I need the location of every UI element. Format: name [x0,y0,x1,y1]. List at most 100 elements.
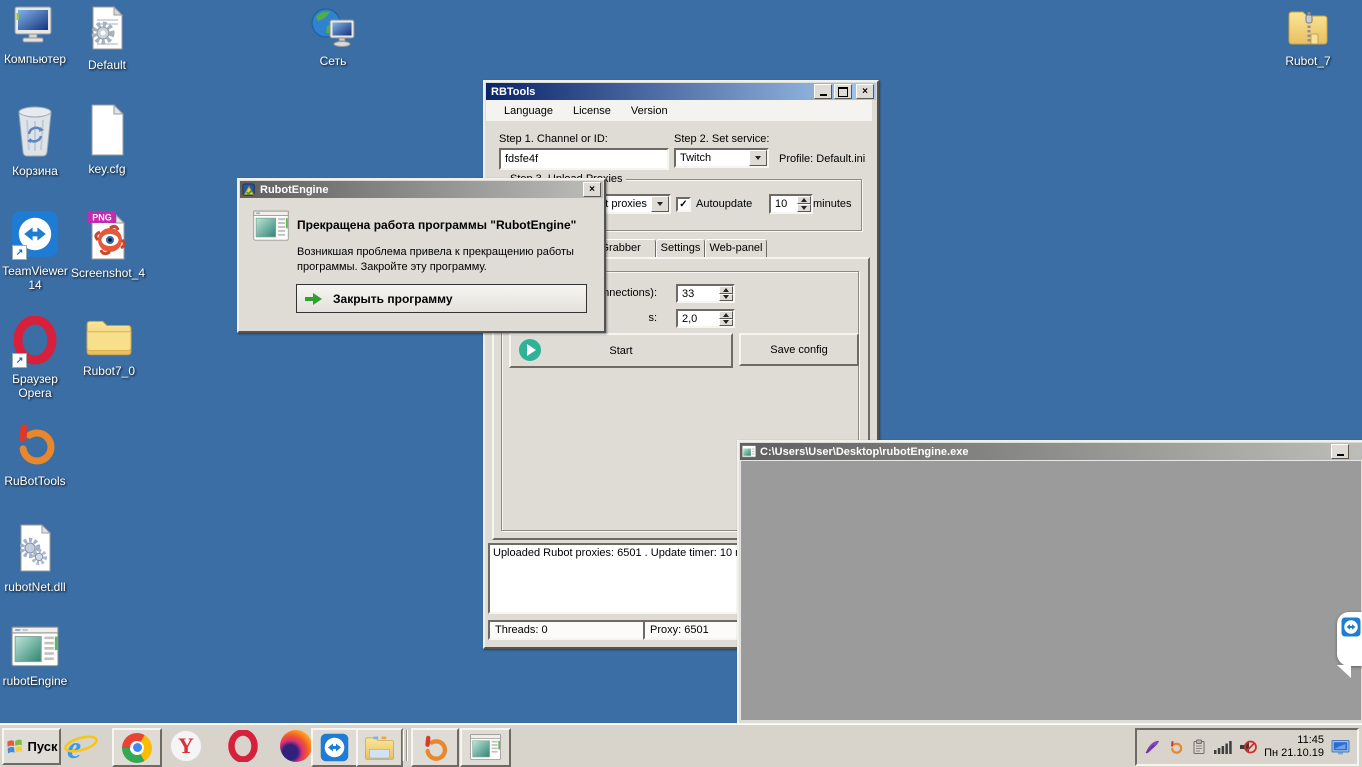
menu-license[interactable]: License [563,103,621,119]
feather-tray-icon[interactable] [1144,739,1161,755]
crash-dialog: RubotEngine × Прекращена работа программ… [237,178,606,333]
desktop-icon-label: key.cfg [88,162,125,176]
start-button[interactable]: Пуск [2,728,61,765]
close-button[interactable]: × [583,182,601,197]
tab-webpanel[interactable]: Web-panel [705,239,767,258]
rubottools-logo-icon [11,418,59,471]
minimize-icon [820,94,827,96]
connections-spinner[interactable]: 33 [676,284,735,303]
svg-text:e: e [67,730,81,764]
channel-input[interactable] [499,148,669,170]
taskbar-chrome-button[interactable] [112,728,162,767]
taskbar: Пуск e Y 11:45 Пн 2 [0,723,1362,767]
desktop-icon-computer[interactable]: Компьютер [0,6,72,66]
dialog-titlebar[interactable]: RubotEngine × [240,181,603,198]
dll-document-icon [12,524,58,577]
dropdown-arrow-icon[interactable] [651,196,669,212]
desktop-icon-rubotengine[interactable]: rubotEngine [0,626,76,688]
taskbar-separator [406,730,408,761]
dialog-message-line1: Возникшая проблема привела к прекращению… [297,246,574,258]
network-globe-icon [310,6,356,51]
muted-speaker-icon[interactable] [1239,739,1257,755]
spin-down-button[interactable] [719,319,733,327]
delay-spinner[interactable]: 2,0 [676,309,735,328]
desktop-icon-label: rubotNet.dll [4,580,65,594]
desktop-icon-recycle-bin[interactable]: Корзина [0,104,72,178]
desktop-icon-rubot7-zip[interactable]: Rubot_7 [1271,6,1345,68]
close-button[interactable]: × [856,84,874,99]
teamviewer-icon [1341,617,1361,637]
spin-down-button[interactable] [719,294,733,302]
desktop-icon-rubot7-folder[interactable]: Rubot7_0 [72,316,146,378]
desktop-icon-keycfg[interactable]: key.cfg [70,104,144,176]
rubottools-tray-icon[interactable] [1168,739,1184,755]
rbtools-titlebar[interactable]: RBTools × [486,83,876,100]
status-proxy: Proxy: 6501 [650,624,709,636]
start-label: Пуск [28,739,58,754]
display-tray-icon[interactable] [1331,739,1350,756]
shortcut-arrow-icon: ↗ [12,245,27,260]
desktop-icon-default[interactable]: Default [70,6,144,72]
check-icon: ✓ [679,200,687,210]
play-icon [519,339,541,361]
desktop-icon-label: rubotEngine [3,674,68,688]
dialog-heading: Прекращена работа программы "RubotEngine… [297,218,576,232]
desktop-icon-label: Браузер Opera [1,372,69,400]
minimize-button[interactable] [1331,444,1349,459]
spin-down-button[interactable] [797,204,811,212]
teamviewer-chat-bubble[interactable] [1337,612,1362,666]
clock-time: 11:45 [1264,734,1324,747]
console-body[interactable] [740,460,1361,720]
taskbar-rubotengine-button[interactable] [460,728,511,767]
tab-settings[interactable]: Settings [656,239,705,258]
internet-explorer-icon[interactable]: e [63,730,98,767]
spin-up-button[interactable] [797,196,811,204]
console-titlebar[interactable]: C:\Users\User\Desktop\rubotEngine.exe [740,443,1362,460]
minutes-label: minutes [813,198,852,210]
delay-value: 2,0 [682,313,697,325]
taskbar-explorer-button[interactable] [356,728,403,767]
desktop-icon-network[interactable]: Сеть [296,6,370,68]
start-button-label: Start [609,345,632,357]
menu-version[interactable]: Version [621,103,678,119]
dialog-app-icon [242,183,256,197]
yandex-browser-icon[interactable]: Y [170,730,202,762]
menu-language[interactable]: Language [494,103,563,119]
signal-bars-icon[interactable] [1214,740,1232,754]
clock-date: Пн 21.10.19 [1264,747,1324,760]
chrome-icon [122,733,152,763]
status-threads-panel: Threads: 0 [488,620,649,640]
maximize-button[interactable] [834,84,852,99]
save-config-button[interactable]: Save config [739,333,859,366]
minimize-button[interactable] [814,84,832,99]
desktop-icon-rubottools[interactable]: RuBotTools [0,418,76,488]
start-button[interactable]: Start [509,333,733,368]
service-combobox[interactable]: Twitch [674,148,769,168]
dropdown-arrow-icon[interactable] [749,150,767,166]
taskbar-rubottools-button[interactable] [411,728,459,767]
status-threads: Threads: 0 [495,624,548,636]
teamviewer-icon [320,733,349,762]
close-icon: × [862,87,868,97]
taskbar-teamviewer-button[interactable] [311,728,358,767]
desktop-icon-rubotnet-dll[interactable]: rubotNet.dll [0,524,76,594]
spin-up-button[interactable] [719,286,733,294]
desktop-icon-opera[interactable]: ↗ Браузер Opera [1,316,69,400]
desktop: Компьютер Default Сеть Rubot_7 Корзина k… [0,0,1362,767]
opera-icon[interactable] [227,730,259,765]
firefox-icon[interactable] [280,730,312,762]
teamviewer-icon: ↗ [11,210,59,261]
spin-up-button[interactable] [719,311,733,319]
connections-value: 33 [682,288,694,300]
interval-value: 10 [775,198,787,210]
desktop-icon-screenshot4[interactable]: PNG Screenshot_4 [60,210,156,280]
interval-spinner[interactable]: 10 [769,194,813,214]
green-arrow-icon [305,293,322,305]
close-program-button[interactable]: Закрыть программу [296,284,587,313]
profile-label: Profile: Default.ini [779,153,865,165]
clipboard-tray-icon[interactable] [1191,739,1207,755]
app-window-icon [470,734,501,761]
svg-text:PNG: PNG [92,213,112,223]
desktop-icon-label: Корзина [12,164,58,178]
autoupdate-checkbox[interactable]: ✓ [676,197,691,212]
